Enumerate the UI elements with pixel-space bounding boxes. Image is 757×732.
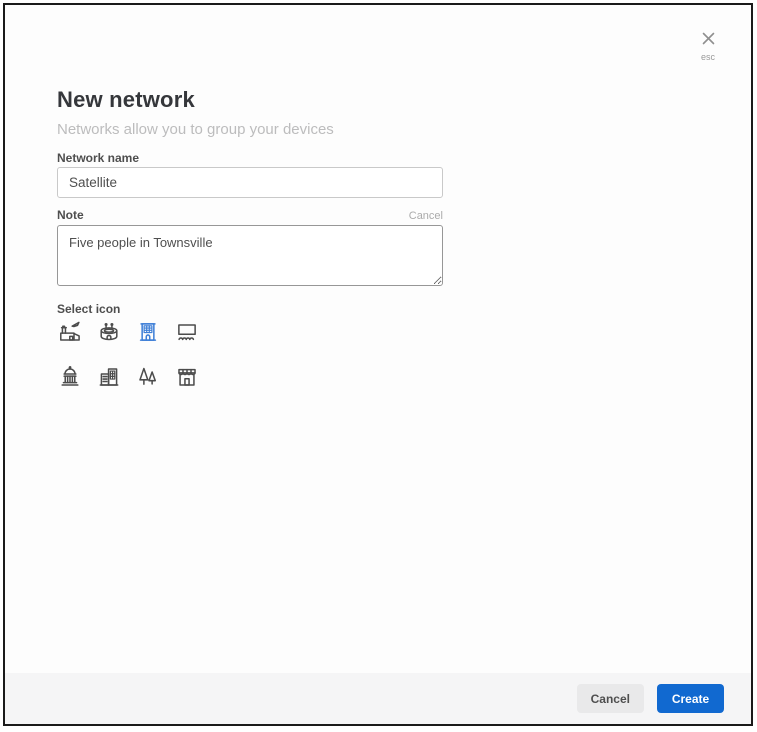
building-icon[interactable] (135, 319, 161, 345)
store-icon[interactable] (174, 364, 200, 390)
network-name-input[interactable] (57, 167, 443, 198)
park-trees-icon[interactable] (135, 364, 161, 390)
page-title: New network (57, 87, 195, 112)
close-button[interactable]: esc (695, 31, 721, 62)
stadium-icon[interactable] (96, 319, 122, 345)
select-icon-label: Select icon (57, 302, 121, 316)
icon-picker-grid (57, 319, 200, 390)
cancel-button[interactable]: Cancel (576, 684, 644, 713)
capitol-icon[interactable] (57, 364, 83, 390)
airport-icon[interactable] (57, 319, 83, 345)
note-textarea[interactable]: Five people in Townsville (57, 225, 443, 286)
note-cancel-link[interactable]: Cancel (409, 210, 443, 222)
network-name-label: Network name (57, 151, 140, 165)
note-label: Note (57, 208, 84, 222)
close-x-icon (701, 32, 716, 50)
modal-footer: Cancel Create (5, 673, 751, 724)
create-button[interactable]: Create (657, 684, 724, 713)
new-network-modal: esc New network Networks allow you to gr… (3, 3, 753, 726)
page-subtitle: Networks allow you to group your devices (57, 121, 334, 138)
screen-crowd-icon[interactable] (174, 319, 200, 345)
esc-hint: esc (700, 52, 715, 62)
office-buildings-icon[interactable] (96, 364, 122, 390)
